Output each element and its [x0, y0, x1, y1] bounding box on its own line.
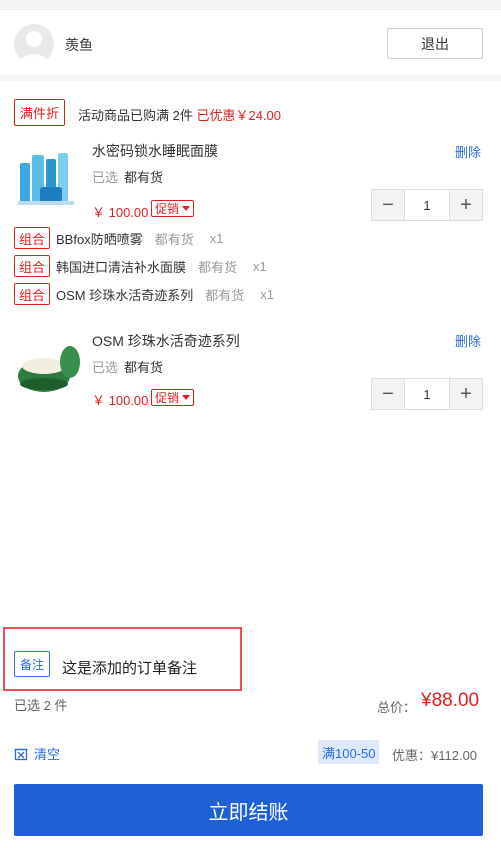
selected-count: 已选 2 件 — [14, 698, 68, 713]
username: 羡鱼 — [65, 37, 93, 53]
clear-label: 清空 — [34, 747, 61, 762]
delete-button[interactable]: 删除 — [455, 142, 481, 161]
combo-name[interactable]: 韩国进口清洁补水面膜 — [56, 257, 186, 276]
product-image[interactable] — [14, 336, 80, 402]
total-value: ¥88.00 — [421, 690, 480, 711]
item-name[interactable]: 水密码锁水睡眠面膜 — [92, 141, 218, 161]
combo-qty: x1 — [253, 258, 267, 274]
combo-tag: 组合 — [14, 283, 51, 305]
item-stock: 已选 都有货 — [92, 357, 163, 376]
item-price: ￥ 100.00 — [92, 205, 149, 220]
logout-button[interactable]: 退出 — [387, 28, 483, 59]
promo-select[interactable]: 促销 — [151, 389, 195, 406]
stock-status: 都有货 — [124, 170, 164, 185]
promo-select-label: 促销 — [155, 202, 180, 216]
checkout-button[interactable]: 立即结账 — [14, 784, 483, 836]
item-stock: 已选 都有货 — [92, 167, 163, 186]
minus-icon[interactable]: − — [372, 190, 404, 220]
section-divider — [0, 75, 501, 81]
clear-icon — [14, 748, 28, 760]
combo-item: 组合 韩国进口清洁补水面膜 都有货 x1 — [14, 255, 267, 277]
promo-select[interactable]: 促销 — [151, 200, 195, 217]
minus-icon[interactable]: − — [372, 379, 404, 409]
combo-tag: 组合 — [14, 227, 51, 249]
user-bar: 羡鱼 退出 — [0, 10, 501, 76]
promo-text: 活动商品已购满 2件 已优惠￥24.00 — [78, 105, 281, 124]
plus-icon[interactable]: + — [450, 379, 482, 409]
promo-status: 活动商品已购满 2件 — [78, 108, 193, 123]
delete-button[interactable]: 删除 — [455, 331, 481, 350]
discount-tag: 满100-50 — [318, 740, 380, 764]
product-image[interactable] — [14, 145, 80, 211]
combo-stock: 都有货 — [154, 231, 194, 247]
combo-qty: x1 — [260, 286, 274, 302]
total-label: 总价： — [377, 700, 417, 715]
top-strip — [0, 0, 501, 10]
order-note[interactable]: 这是添加的订单备注 — [62, 657, 197, 678]
avatar[interactable] — [14, 24, 54, 64]
stock-status: 都有货 — [124, 360, 164, 375]
clear-button[interactable]: 清空 — [14, 744, 60, 763]
item-name[interactable]: OSM 珍珠水活奇迹系列 — [92, 331, 240, 351]
combo-item: 组合 BBfox防晒喷雾 都有货 x1 — [14, 227, 223, 249]
quantity-value[interactable]: 1 — [404, 190, 450, 220]
selected-label: 已选 — [92, 170, 119, 185]
promo-select-label: 促销 — [155, 391, 180, 405]
combo-stock: 都有货 — [198, 259, 238, 275]
promo-tag: 满件折 — [14, 99, 66, 126]
caret-down-icon — [182, 395, 191, 400]
caret-down-icon — [182, 206, 191, 211]
note-tag: 备注 — [14, 651, 51, 677]
combo-tag: 组合 — [14, 255, 51, 277]
combo-name[interactable]: OSM 珍珠水活奇迹系列 — [56, 285, 193, 304]
combo-name[interactable]: BBfox防晒喷雾 — [56, 229, 143, 248]
combo-item: 组合 OSM 珍珠水活奇迹系列 都有货 x1 — [14, 283, 274, 305]
discount-amount: 优惠：¥112.00 — [392, 748, 478, 763]
plus-icon[interactable]: + — [450, 190, 482, 220]
item-price: ￥ 100.00 — [92, 393, 149, 408]
quantity-stepper[interactable]: − 1 + — [371, 189, 483, 221]
user-avatar-icon — [19, 31, 49, 64]
quantity-value[interactable]: 1 — [404, 379, 450, 409]
quantity-stepper[interactable]: − 1 + — [371, 378, 483, 410]
combo-qty: x1 — [209, 230, 224, 246]
promo-saved: 已优惠￥24.00 — [196, 108, 282, 123]
selected-label: 已选 — [92, 360, 119, 375]
combo-stock: 都有货 — [205, 287, 245, 303]
